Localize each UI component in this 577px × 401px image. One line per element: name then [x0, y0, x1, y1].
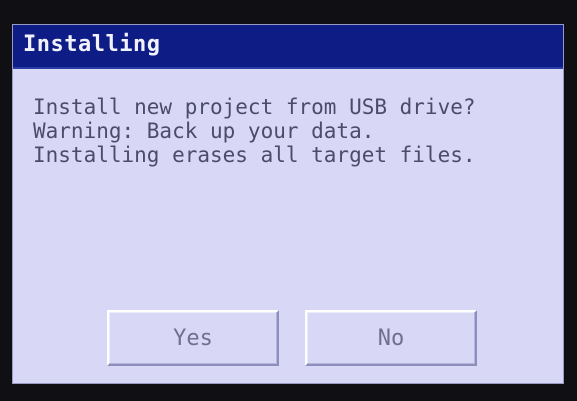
yes-button-label: Yes [173, 325, 213, 351]
dialog-title: Installing [23, 32, 161, 57]
no-button-label: No [377, 325, 405, 351]
dialog-message: Install new project from USB drive? Warn… [33, 95, 558, 167]
dialog-titlebar: Installing [13, 25, 563, 69]
dialog-window: Installing Install new project from USB … [12, 24, 564, 384]
message-line-erase: Installing erases all target files. [33, 143, 476, 167]
no-button[interactable]: No [305, 310, 477, 366]
message-line-warning: Warning: Back up your data. [33, 119, 375, 143]
message-line-install: Install new project from USB drive? [33, 95, 476, 119]
yes-button[interactable]: Yes [107, 310, 279, 366]
device-bezel: Installing Install new project from USB … [0, 0, 577, 401]
